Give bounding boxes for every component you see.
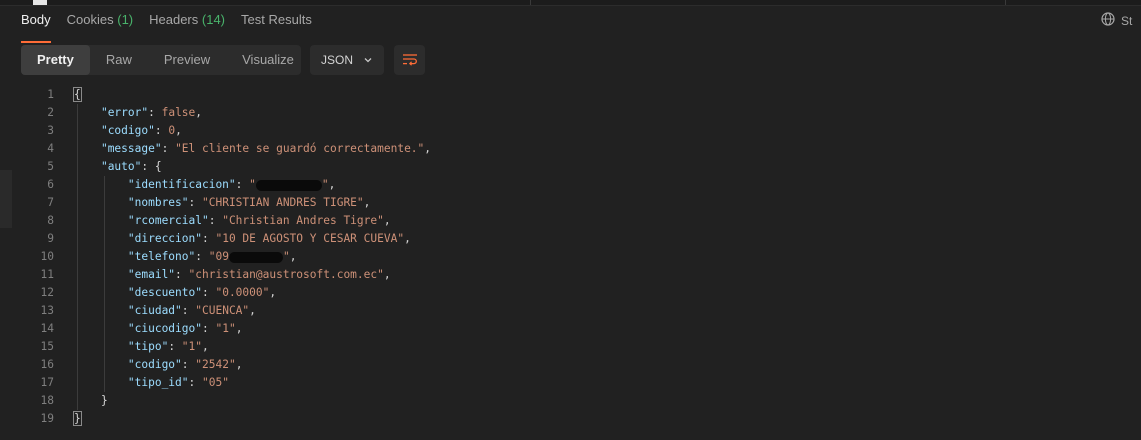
line-number: 12 [40,286,54,299]
view-visualize-button[interactable]: Visualize [226,45,310,75]
code-line: 15 "tipo": "1", [0,338,1141,356]
line-number: 10 [40,250,54,263]
response-body-code: 1{ 2 "error": false, 3 "codigo": 0, 4 "m… [0,86,1141,428]
globe-icon [1101,12,1115,29]
code-line: 11 "email": "christian@austrosoft.com.ec… [0,266,1141,284]
json-key: "tipo" [127,340,169,353]
line-number: 11 [40,268,54,281]
json-value: "El cliente se guardó correctamente." [175,142,425,155]
previous-content-strip [0,0,1141,6]
tab-cookies[interactable]: Cookies (1) [67,8,133,40]
json-key: "email" [127,268,176,281]
code-line: 16 "codigo": "2542", [0,356,1141,374]
line-number: 6 [47,178,54,191]
code-line: 2 "error": false, [0,104,1141,122]
code-line: 7 "nombres": "CHRISTIAN ANDRES TIGRE", [0,194,1141,212]
format-select[interactable]: JSON [310,45,384,75]
json-key: "tipo_id" [127,376,189,389]
code-line: 3 "codigo": 0, [0,122,1141,140]
json-key: "direccion" [127,232,202,245]
line-number: 8 [47,214,54,227]
code-line: 1{ [0,86,1141,104]
wrap-lines-icon [402,52,418,69]
json-value: " [249,178,256,191]
json-value: "1" [215,322,236,335]
line-number: 17 [40,376,54,389]
json-value: "0.0000" [215,286,270,299]
json-value: "CHRISTIAN ANDRES TIGRE" [202,196,364,209]
redacted-value [228,251,283,263]
format-label: JSON [321,53,354,67]
code-line: 8 "rcomercial": "Christian Andres Tigre"… [0,212,1141,230]
json-key: "ciucodigo" [127,322,202,335]
column-divider [1005,0,1006,5]
line-number: 19 [40,412,54,425]
json-key: "message" [100,142,162,155]
json-key: "rcomercial" [127,214,209,227]
tab-test-results[interactable]: Test Results [241,8,312,40]
close-brace: } [100,394,108,407]
wrap-lines-button[interactable] [394,45,425,75]
cookies-count: (1) [117,12,134,27]
json-key: "codigo" [127,358,182,371]
view-pretty-button[interactable]: Pretty [21,45,90,75]
json-key: "identificacion" [127,178,236,191]
code-line: 14 "ciucodigo": "1", [0,320,1141,338]
view-mode-selector: Pretty Raw Preview Visualize [21,45,301,75]
column-divider [530,0,531,5]
previous-content-fragment [33,0,47,5]
close-brace: } [73,411,82,426]
view-preview-button[interactable]: Preview [148,45,226,75]
line-number: 1 [47,88,54,101]
code-line: 17 "tipo_id": "05" [0,374,1141,392]
json-value: "christian@austrosoft.com.ec" [188,268,384,281]
redacted-value [255,179,322,191]
json-value: "CUENCA" [195,304,250,317]
response-status[interactable]: St [1101,12,1132,29]
json-key: "error" [100,106,149,119]
json-value: "10 DE AGOSTO Y CESAR CUEVA" [215,232,405,245]
code-line: 9 "direccion": "10 DE AGOSTO Y CESAR CUE… [0,230,1141,248]
json-value: "Christian Andres Tigre" [222,214,384,227]
line-number: 9 [47,232,54,245]
code-line: 4 "message": "El cliente se guardó corre… [0,140,1141,158]
json-value: false [161,106,196,119]
response-tabs: Body Cookies (1) Headers (14) Test Resul… [21,8,312,43]
line-number: 4 [47,142,54,155]
line-number: 7 [47,196,54,209]
line-number: 18 [40,394,54,407]
json-value: "1" [181,340,203,353]
line-number: 15 [40,340,54,353]
view-raw-button[interactable]: Raw [90,45,148,75]
json-key: "codigo" [100,124,155,137]
json-value: "2542" [195,358,236,371]
chevron-down-icon [363,54,373,68]
code-line: 12 "descuento": "0.0000", [0,284,1141,302]
code-line: 6 "identificacion": " ", [0,176,1141,194]
line-number: 14 [40,322,54,335]
open-brace: { [73,87,82,102]
json-value: "05" [202,376,229,389]
line-number: 2 [47,106,54,119]
headers-count: (14) [201,12,226,27]
tab-headers[interactable]: Headers (14) [149,8,225,40]
line-number: 3 [47,124,54,137]
code-line: 18 } [0,392,1141,410]
json-value: "09 [208,250,229,263]
code-line: 19} [0,410,1141,428]
line-number: 5 [47,160,54,173]
line-number: 13 [40,304,54,317]
status-label: St [1121,13,1133,28]
code-line: 13 "ciudad": "CUENCA", [0,302,1141,320]
line-number: 16 [40,358,54,371]
code-line: 5 "auto": { [0,158,1141,176]
json-key: "auto" [100,160,142,173]
tab-body[interactable]: Body [21,8,51,43]
code-line: 10 "telefono": "09 ", [0,248,1141,266]
json-key: "ciudad" [127,304,182,317]
json-key: "telefono" [127,250,196,263]
json-key: "nombres" [127,196,189,209]
json-key: "descuento" [127,286,202,299]
open-brace: { [154,160,162,173]
